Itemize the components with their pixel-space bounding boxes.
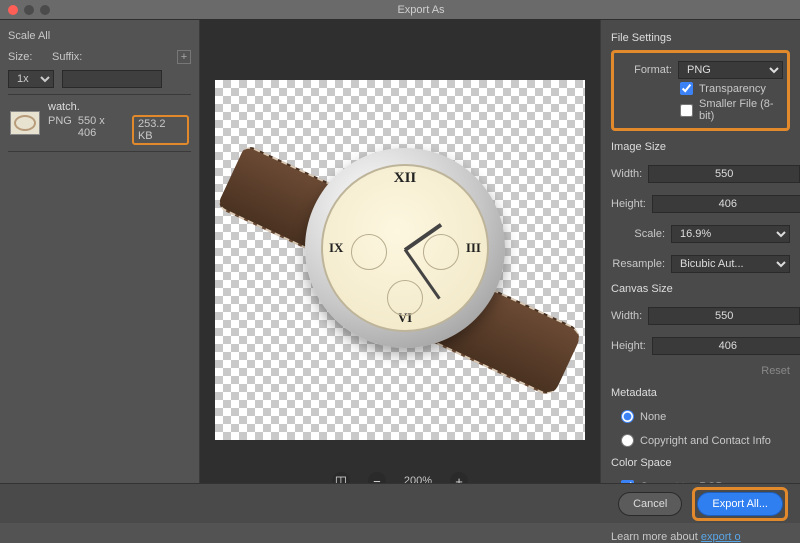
asset-filesize: 253.2 KB <box>132 115 189 145</box>
format-label: Format: <box>618 64 672 76</box>
width-input[interactable] <box>648 165 800 183</box>
image-size-heading: Image Size <box>611 141 790 153</box>
minimize-window-icon <box>24 5 34 15</box>
close-window-icon[interactable] <box>8 5 18 15</box>
asset-dimensions: 550 x 406 <box>78 115 126 145</box>
color-space-heading: Color Space <box>611 457 790 469</box>
transparency-checkbox[interactable] <box>680 82 693 95</box>
transparency-label: Transparency <box>699 83 766 95</box>
export-all-button[interactable]: Export All... <box>697 492 783 516</box>
metadata-heading: Metadata <box>611 387 790 399</box>
metadata-copyright-radio[interactable] <box>621 434 634 447</box>
preview-panel: XIIIIIVIIX ◫ − 200% + <box>200 20 600 500</box>
smaller-file-label: Smaller File (8-bit) <box>699 98 783 122</box>
width-label: Width: <box>611 168 642 180</box>
traffic-lights <box>8 5 50 15</box>
asset-format: PNG <box>48 115 72 145</box>
resample-select[interactable]: Bicubic Aut... <box>671 255 790 273</box>
canvas-size-heading: Canvas Size <box>611 283 790 295</box>
watch-image: XIIIIIVIIX <box>245 120 555 400</box>
suffix-label: Suffix: <box>52 51 102 63</box>
window-title: Export As <box>50 4 792 16</box>
canvas-width-input[interactable] <box>648 307 800 325</box>
size-label: Size: <box>8 51 44 63</box>
reset-button[interactable]: Reset <box>611 365 790 377</box>
preview-canvas[interactable]: XIIIIIVIIX <box>215 80 585 440</box>
file-settings-heading: File Settings <box>611 32 790 44</box>
smaller-file-checkbox[interactable] <box>680 104 693 117</box>
canvas-height-label: Height: <box>611 340 646 352</box>
scale-all-heading: Scale All <box>8 30 191 42</box>
learn-more-link[interactable]: export o <box>701 531 741 543</box>
learn-more-text: Learn more about export o <box>611 531 790 543</box>
dialog-footer: Cancel Export All... <box>0 483 800 523</box>
cancel-button[interactable]: Cancel <box>618 492 682 516</box>
format-select[interactable]: PNG <box>678 61 783 79</box>
asset-thumbnail <box>10 111 40 135</box>
asset-name: watch. <box>48 101 189 113</box>
scale-label: Scale: <box>611 228 665 240</box>
metadata-none-label: None <box>640 411 666 423</box>
canvas-height-input[interactable] <box>652 337 800 355</box>
file-settings-group: Format: PNG Transparency Smaller File (8… <box>611 50 790 131</box>
suffix-input[interactable] <box>62 70 162 88</box>
resample-label: Resample: <box>611 258 665 270</box>
metadata-none-radio[interactable] <box>621 410 634 423</box>
metadata-copyright-label: Copyright and Contact Info <box>640 435 771 447</box>
height-input[interactable] <box>652 195 800 213</box>
canvas-width-label: Width: <box>611 310 642 322</box>
scale-percent-select[interactable]: 16.9% <box>671 225 790 243</box>
asset-row[interactable]: watch. PNG 550 x 406 253.2 KB <box>8 94 191 152</box>
height-label: Height: <box>611 198 646 210</box>
right-panel: File Settings Format: PNG Transparency S… <box>600 20 800 500</box>
scale-select[interactable]: 1x <box>8 70 54 88</box>
add-scale-button[interactable]: + <box>177 50 191 64</box>
window-titlebar: Export As <box>0 0 800 20</box>
left-panel: Scale All Size: Suffix: + 1x watch. PNG … <box>0 20 200 500</box>
maximize-window-icon <box>40 5 50 15</box>
